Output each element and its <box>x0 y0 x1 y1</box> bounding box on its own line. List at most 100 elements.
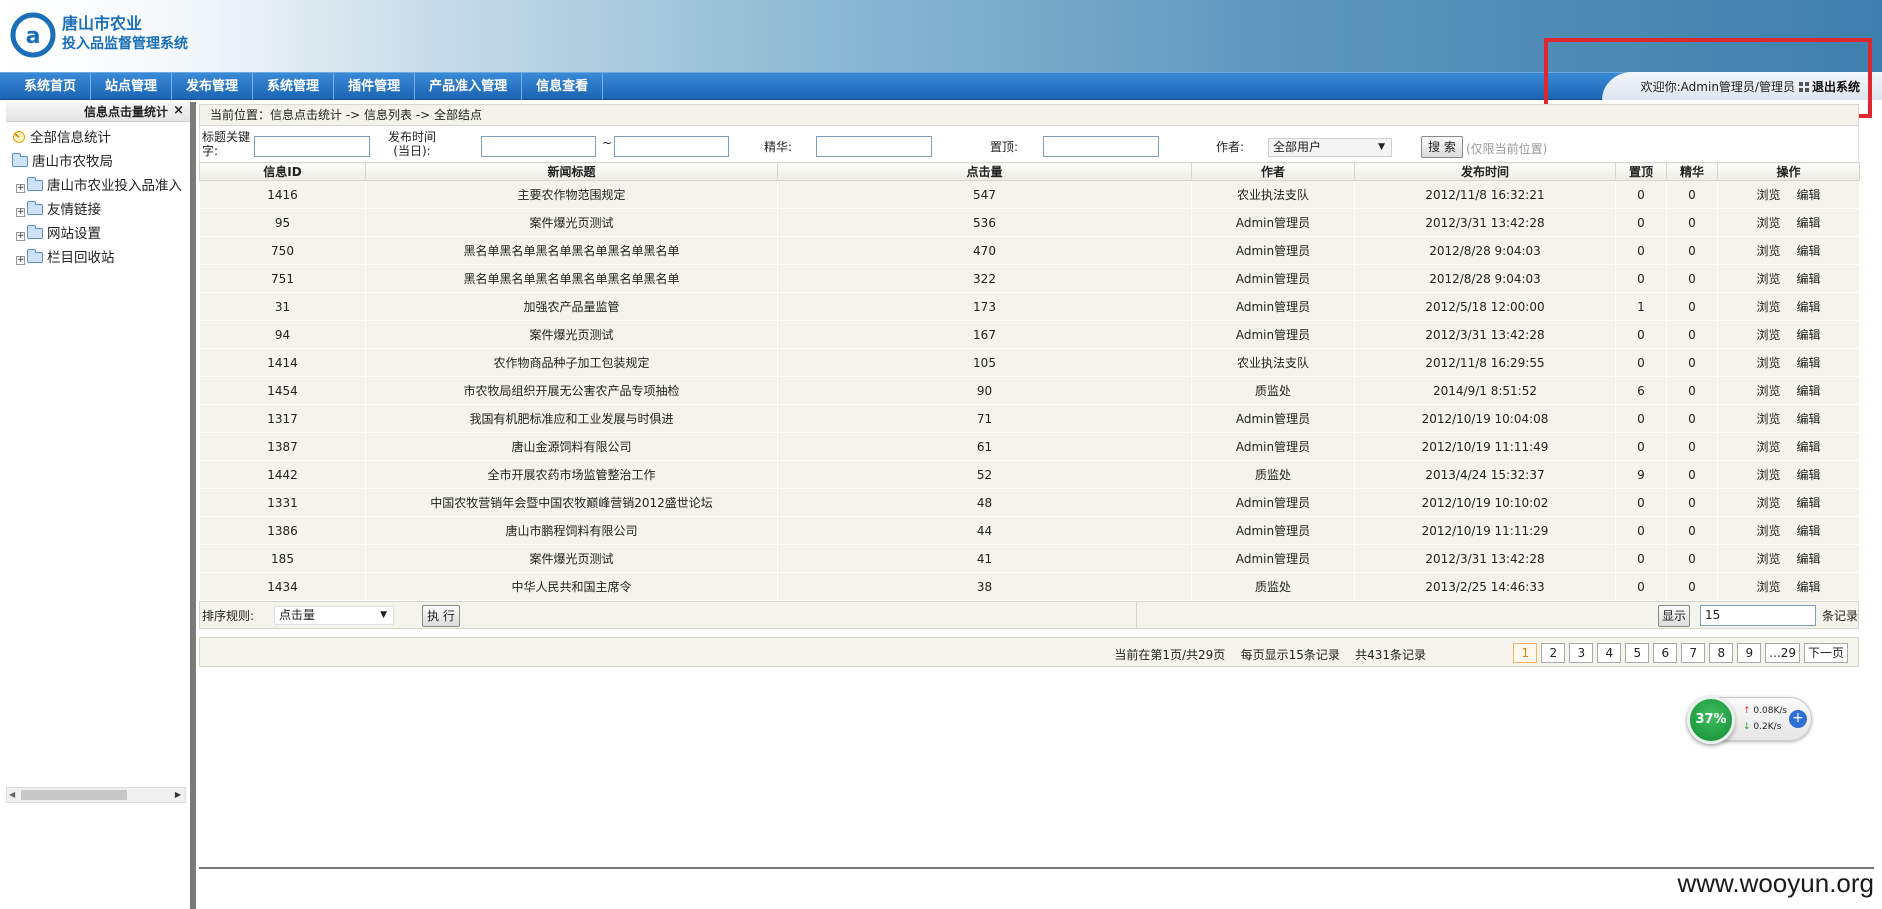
tree-item[interactable]: + 栏目回收站 <box>6 246 190 270</box>
view-link[interactable]: 浏览 <box>1756 552 1780 566</box>
edit-link[interactable]: 编辑 <box>1797 356 1821 370</box>
tree-item[interactable]: + 网站设置 <box>6 222 190 246</box>
memory-usage-circle[interactable]: 37% <box>1687 696 1735 744</box>
show-button[interactable]: 显示 <box>1658 605 1690 627</box>
search-button[interactable]: 搜 索 <box>1421 136 1463 158</box>
expand-icon[interactable]: + <box>16 184 25 193</box>
tree-item[interactable]: 唐山市农牧局 <box>6 150 190 174</box>
tree-item[interactable]: 全部信息统计 <box>6 126 190 150</box>
page-size-input[interactable]: 15 <box>1700 605 1816 626</box>
cell-top: 0 <box>1615 236 1667 265</box>
tree-item[interactable]: + 唐山市农业投入品准入 <box>6 174 190 198</box>
nav-item-1[interactable]: 站点管理 <box>91 73 173 100</box>
view-link[interactable]: 浏览 <box>1756 272 1780 286</box>
cell-date: 2014/9/1 8:51:52 <box>1354 376 1616 405</box>
expand-icon[interactable]: + <box>16 256 25 265</box>
edit-link[interactable]: 编辑 <box>1797 244 1821 258</box>
page-button[interactable]: ...29 <box>1765 643 1800 663</box>
start-date-input[interactable] <box>481 136 596 157</box>
table-row: 94 案件爆光页测试 167 Admin管理员 2012/3/31 13:42:28 0 0… <box>199 320 1860 349</box>
tree-item-label[interactable]: 唐山市农业投入品准入 <box>47 178 182 194</box>
featured-input[interactable] <box>816 136 932 157</box>
scroll-left-arrow-icon[interactable]: ◀ <box>9 790 15 799</box>
welcome-bar: 欢迎你:Admin管理员/管理员 退出系统 <box>1641 78 1860 95</box>
cell-author: Admin管理员 <box>1191 320 1355 349</box>
view-link[interactable]: 浏览 <box>1756 496 1780 510</box>
page-button[interactable]: 2 <box>1541 643 1566 663</box>
page-button[interactable]: 9 <box>1737 643 1762 663</box>
view-link[interactable]: 浏览 <box>1756 356 1780 370</box>
view-link[interactable]: 浏览 <box>1756 328 1780 342</box>
view-link[interactable]: 浏览 <box>1756 300 1780 314</box>
left-panel-scrollbar[interactable]: ◀ ▶ <box>6 787 186 803</box>
edit-link[interactable]: 编辑 <box>1797 272 1821 286</box>
edit-link[interactable]: 编辑 <box>1797 496 1821 510</box>
tree-item-label[interactable]: 全部信息统计 <box>30 130 111 146</box>
keyword-input[interactable] <box>254 136 370 157</box>
tree-item[interactable]: + 友情链接 <box>6 198 190 222</box>
edit-link[interactable]: 编辑 <box>1797 328 1821 342</box>
category-tree: 全部信息统计 唐山市农牧局 + 唐山市农业投入品准入 + 友情链接 + 网站设置 + 栏目回收站 <box>6 122 190 270</box>
view-link[interactable]: 浏览 <box>1756 412 1780 426</box>
panel-splitter[interactable] <box>190 102 196 909</box>
tree-item-label[interactable]: 栏目回收站 <box>47 250 115 266</box>
view-link[interactable]: 浏览 <box>1756 440 1780 454</box>
edit-link[interactable]: 编辑 <box>1797 300 1821 314</box>
cell-author: 质监处 <box>1191 376 1355 405</box>
edit-link[interactable]: 编辑 <box>1797 440 1821 454</box>
cell-top: 0 <box>1615 348 1667 377</box>
page-button[interactable]: 5 <box>1625 643 1650 663</box>
cell-actions: 浏览 编辑 <box>1717 264 1860 293</box>
upload-speed-value: 0.08K/s <box>1753 706 1788 716</box>
page-button[interactable]: 3 <box>1569 643 1594 663</box>
cell-clicks: 547 <box>777 180 1192 209</box>
page-button[interactable]: 1 <box>1513 643 1538 663</box>
view-link[interactable]: 浏览 <box>1756 244 1780 258</box>
view-link[interactable]: 浏览 <box>1756 384 1780 398</box>
logout-link[interactable]: 退出系统 <box>1812 80 1860 94</box>
edit-link[interactable]: 编辑 <box>1797 524 1821 538</box>
scroll-thumb[interactable] <box>21 790 127 800</box>
view-link[interactable]: 浏览 <box>1756 524 1780 538</box>
cell-featured: 0 <box>1666 320 1718 349</box>
nav-item-6[interactable]: 信息查看 <box>522 73 604 100</box>
page-button[interactable]: 7 <box>1681 643 1706 663</box>
network-speed-widget[interactable]: 37% ↑ 0.08K/s ↓ 0.2K/s + <box>1687 696 1812 744</box>
edit-link[interactable]: 编辑 <box>1797 188 1821 202</box>
edit-link[interactable]: 编辑 <box>1797 468 1821 482</box>
page-button[interactable]: 4 <box>1597 643 1622 663</box>
nav-item-2[interactable]: 发布管理 <box>172 73 254 100</box>
edit-link[interactable]: 编辑 <box>1797 412 1821 426</box>
view-link[interactable]: 浏览 <box>1756 468 1780 482</box>
tree-item-label[interactable]: 唐山市农牧局 <box>32 154 113 170</box>
page-button[interactable]: 8 <box>1709 643 1734 663</box>
edit-link[interactable]: 编辑 <box>1797 384 1821 398</box>
scroll-right-arrow-icon[interactable]: ▶ <box>175 790 181 799</box>
edit-link[interactable]: 编辑 <box>1797 216 1821 230</box>
edit-link[interactable]: 编辑 <box>1797 580 1821 594</box>
sort-select[interactable]: 点击量 ▼ <box>274 606 394 625</box>
nav-item-4[interactable]: 插件管理 <box>334 73 416 100</box>
next-page-button[interactable]: 下一页 <box>1803 643 1848 663</box>
view-link[interactable]: 浏览 <box>1756 580 1780 594</box>
records-suffix: 条记录 <box>1822 609 1859 623</box>
expand-icon[interactable]: + <box>16 208 25 217</box>
view-link[interactable]: 浏览 <box>1756 188 1780 202</box>
grid-icon <box>1798 82 1809 92</box>
page-button[interactable]: 6 <box>1653 643 1678 663</box>
view-link[interactable]: 浏览 <box>1756 216 1780 230</box>
end-date-input[interactable] <box>614 136 729 157</box>
execute-button[interactable]: 执 行 <box>422 605 460 627</box>
nav-item-3[interactable]: 系统管理 <box>253 73 335 100</box>
tree-item-label[interactable]: 友情链接 <box>47 202 101 218</box>
plus-icon[interactable]: + <box>1789 710 1807 728</box>
cell-actions: 浏览 编辑 <box>1717 320 1860 349</box>
edit-link[interactable]: 编辑 <box>1797 552 1821 566</box>
tree-item-label[interactable]: 网站设置 <box>47 226 101 242</box>
nav-item-5[interactable]: 产品准入管理 <box>415 73 523 100</box>
expand-icon[interactable]: + <box>16 232 25 241</box>
author-select[interactable]: 全部用户 ▼ <box>1268 138 1392 157</box>
close-icon[interactable]: × <box>173 101 184 121</box>
top-input[interactable] <box>1043 136 1159 157</box>
nav-item-0[interactable]: 系统首页 <box>8 73 92 100</box>
